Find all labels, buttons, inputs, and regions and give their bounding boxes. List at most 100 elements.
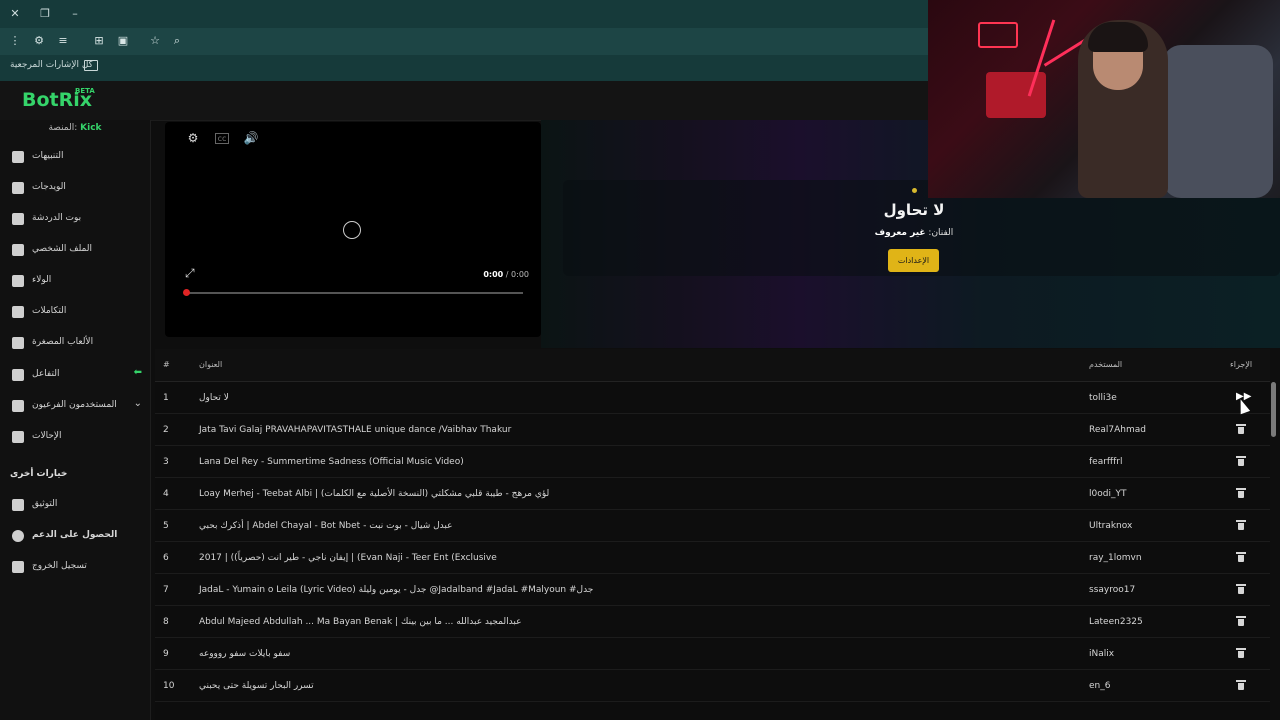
- sidebar: المنصة: Kick التنبيهات الويدجات بوت الدر…: [0, 120, 151, 720]
- sidebar-item-label: تسجيل الخروج: [32, 561, 87, 571]
- now-playing-title: لا تحاول: [883, 201, 945, 219]
- fullscreen-icon[interactable]: ⤢: [185, 266, 199, 280]
- sidebar-item-logout[interactable]: تسجيل الخروج: [0, 555, 150, 581]
- row-number: 2: [163, 425, 169, 435]
- song-title: Abdul Majeed Abdullah ... Ma Bayan Benak…: [199, 617, 522, 627]
- requested-by: Lateen2325: [1089, 617, 1143, 627]
- folder-icon[interactable]: [84, 60, 98, 71]
- sidebar-item-label: الولاء: [32, 275, 52, 285]
- table-row[interactable]: 7 JadaL - Yumain o Leila (Lyric Video) جد…: [155, 573, 1270, 606]
- sidebar-item-minigames[interactable]: الألعاب المصغرة: [0, 331, 150, 357]
- search-icon[interactable]: ⌕: [168, 32, 186, 50]
- sidebar-item-label: التكاملات: [32, 306, 67, 316]
- users-icon: [12, 400, 24, 412]
- row-number: 4: [163, 489, 169, 499]
- requested-by: ssayroo17: [1089, 585, 1136, 595]
- sidebar-item-chatbot[interactable]: بوت الدردشة: [0, 207, 150, 233]
- song-title: Loay Merhej - Teebat Albi | (لؤي مرهج - …: [199, 489, 550, 499]
- sidebar-item-alerts[interactable]: التنبيهات: [0, 145, 150, 171]
- all-bookmarks-label[interactable]: كل الإشارات المرجعية: [10, 60, 93, 70]
- help-icon: [12, 530, 24, 542]
- sidebar-item-label: التنبيهات: [32, 151, 64, 161]
- header-user: المستخدم: [1089, 360, 1123, 369]
- sidebar-item-label: الإحالات: [32, 431, 62, 441]
- neon-panel: [986, 72, 1046, 118]
- settings-button[interactable]: الإعدادات: [888, 249, 939, 272]
- sidebar-item-integrations[interactable]: التكاملات: [0, 300, 150, 326]
- table-row[interactable]: 9 سفو بايلات سفو روووعه iNalix: [155, 637, 1270, 670]
- progress-handle[interactable]: [183, 289, 190, 296]
- table-row[interactable]: 8 Abdul Majeed Abdullah ... Ma Bayan Bena…: [155, 605, 1270, 638]
- video-player[interactable]: ⚙ cc 🔊 ⤢ 0:00 / 0:00: [165, 122, 541, 337]
- webcam-overlay: [928, 0, 1280, 198]
- song-title: سفو بايلات سفو روووعه: [199, 649, 291, 659]
- chevron-down-icon[interactable]: ⌄: [134, 398, 142, 409]
- progress-bar[interactable]: [183, 289, 523, 296]
- row-number: 6: [163, 553, 169, 563]
- table-row[interactable]: 10 تسرر البحار تسويلة حتى يحبني en_6: [155, 669, 1270, 702]
- sidebar-item-widgets[interactable]: الويدجات: [0, 176, 150, 202]
- sidebar-item-subusers[interactable]: المستخدمون الفرعيون ⌄: [0, 394, 150, 420]
- restore-icon[interactable]: ❐: [36, 5, 54, 23]
- sidebar-item-profile[interactable]: الملف الشخصي: [0, 238, 150, 264]
- table-row[interactable]: 6 2017 | (إيفان ناجي - طير انت (حصرياً) |…: [155, 541, 1270, 574]
- row-number: 1: [163, 393, 169, 403]
- sidebar-item-docs[interactable]: التوثيق: [0, 493, 150, 519]
- trash-icon[interactable]: [1236, 648, 1246, 658]
- star-icon[interactable]: ☆: [146, 32, 164, 50]
- trash-icon[interactable]: [1236, 456, 1246, 466]
- browser-toolbar: ⋮ ⚙ ≡ ⊞ ▣ ☆ ⌕: [0, 28, 930, 55]
- robot-icon: [12, 213, 24, 225]
- requested-by: Ultraknox: [1089, 521, 1133, 531]
- profile-card-icon: [12, 244, 24, 256]
- table-row[interactable]: 2 Jata Tavi Galaj PRAVAHAPAVITASTHALE uni…: [155, 413, 1270, 446]
- puzzle-icon[interactable]: ⊞: [90, 32, 108, 50]
- trash-icon[interactable]: [1236, 616, 1246, 626]
- song-title: Jata Tavi Galaj PRAVAHAPAVITASTHALE uniq…: [199, 425, 512, 435]
- close-icon[interactable]: ✕: [6, 5, 24, 23]
- gear-icon[interactable]: ⚙: [185, 130, 201, 146]
- menu-icon[interactable]: ⋮: [6, 32, 24, 50]
- table-row[interactable]: 3 Lana Del Rey - Summertime Sadness (Offi…: [155, 445, 1270, 478]
- sidebar-item-support[interactable]: الحصول على الدعم: [0, 524, 150, 550]
- row-number: 9: [163, 649, 169, 659]
- loading-spinner-icon: [343, 221, 361, 239]
- sidebar-item-referrals[interactable]: الإحالات: [0, 425, 150, 451]
- minimize-icon[interactable]: –: [66, 5, 84, 23]
- trash-icon[interactable]: [1236, 520, 1246, 530]
- platform-label: المنصة:: [48, 123, 78, 133]
- row-number: 7: [163, 585, 169, 595]
- song-title: Lana Del Rey - Summertime Sadness (Offic…: [199, 457, 464, 467]
- requested-by: fearfffrl: [1089, 457, 1123, 467]
- row-number: 10: [163, 681, 175, 691]
- sidebar-item-label: التوثيق: [32, 499, 58, 509]
- beta-badge: BETA: [75, 87, 95, 95]
- widgets-icon: [12, 182, 24, 194]
- browser-titlebar: ✕ ❐ –: [0, 0, 930, 28]
- trash-icon[interactable]: [1236, 552, 1246, 562]
- artist-label: الفنان:: [928, 228, 954, 238]
- table-row[interactable]: 5 أذكرك بحبي | Abdel Chayal - Bot Nbet - …: [155, 509, 1270, 542]
- scrollbar[interactable]: [1271, 382, 1276, 437]
- extension-icon[interactable]: ⚙: [30, 32, 48, 50]
- sidebar-item-interaction[interactable]: التفاعل ⬅: [0, 363, 150, 389]
- music-icon: [12, 369, 24, 381]
- alert-icon: [12, 151, 24, 163]
- trash-icon[interactable]: [1236, 424, 1246, 434]
- platform-value: Kick: [80, 123, 102, 133]
- screenshot-icon[interactable]: ▣: [114, 32, 132, 50]
- requested-by: en_6: [1089, 681, 1111, 691]
- tab-search-icon[interactable]: ≡: [54, 32, 72, 50]
- table-row[interactable]: 1 لا تحاول tolli3e ▶▶: [155, 381, 1270, 414]
- song-title: أذكرك بحبي | Abdel Chayal - Bot Nbet - ع…: [199, 521, 453, 531]
- logout-icon: [12, 561, 24, 573]
- trash-icon[interactable]: [1236, 584, 1246, 594]
- artist-value: غير معروف: [874, 228, 926, 238]
- sidebar-item-label: المستخدمون الفرعيون: [32, 400, 117, 410]
- volume-icon[interactable]: 🔊: [243, 130, 259, 146]
- table-row[interactable]: 4 Loay Merhej - Teebat Albi | (لؤي مرهج -…: [155, 477, 1270, 510]
- trash-icon[interactable]: [1236, 488, 1246, 498]
- trash-icon[interactable]: [1236, 680, 1246, 690]
- sidebar-item-loyalty[interactable]: الولاء: [0, 269, 150, 295]
- captions-icon[interactable]: cc: [215, 133, 229, 144]
